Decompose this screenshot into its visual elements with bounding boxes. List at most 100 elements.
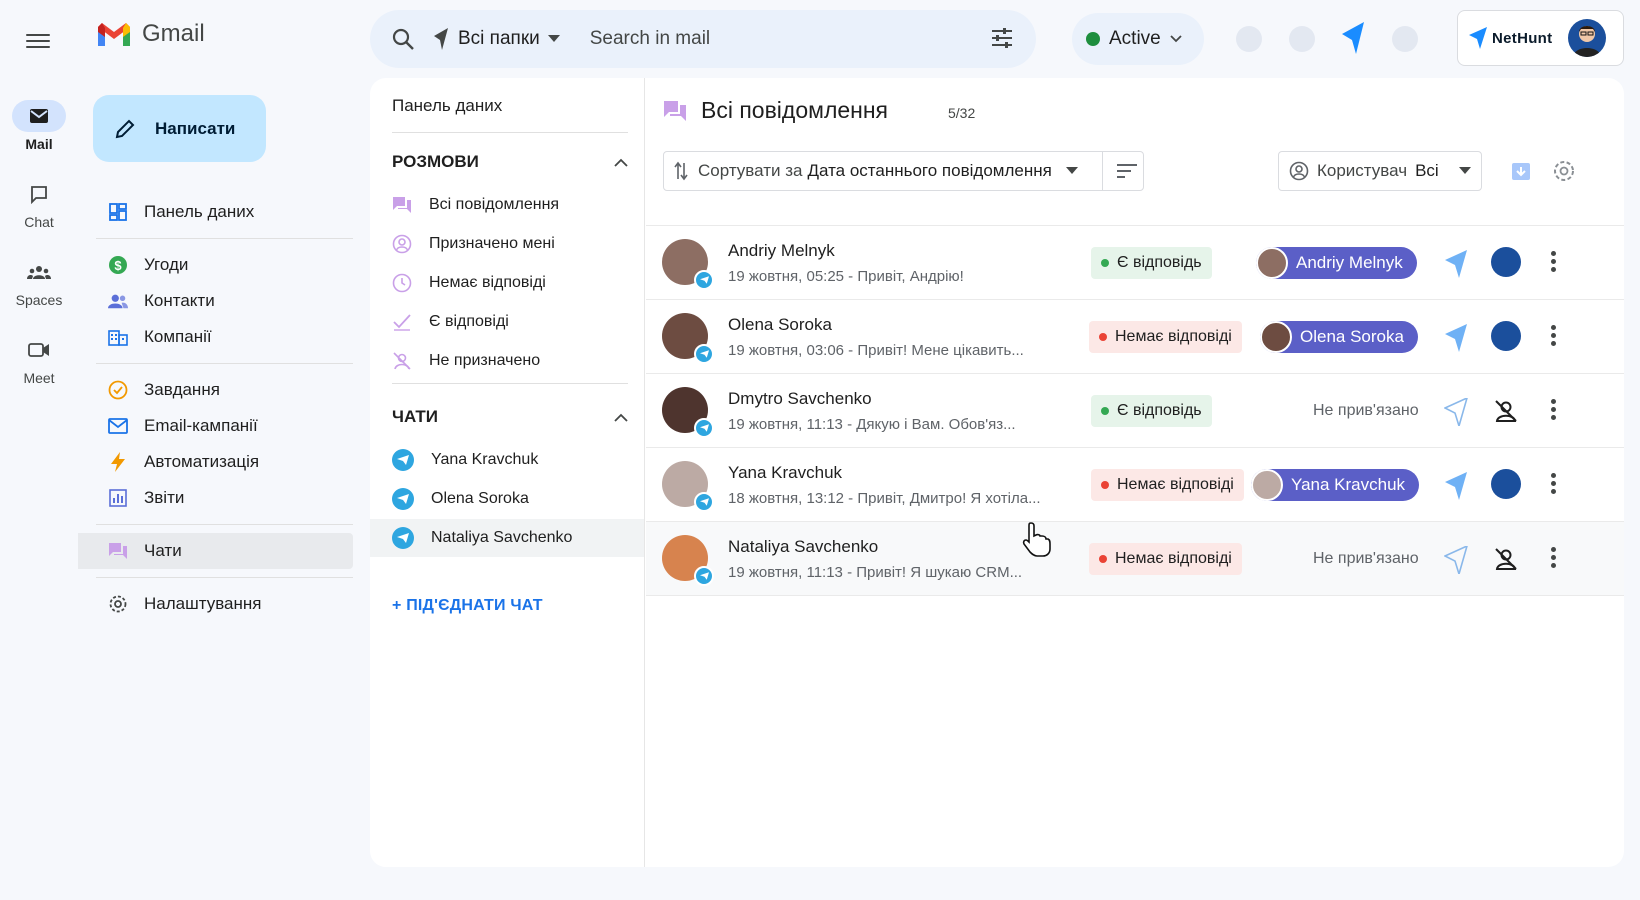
message-preview: 19 жовтня, 03:06 - Привіт! Мене цікавить…	[728, 342, 1024, 359]
filter-replied[interactable]: Є відповіді	[370, 303, 644, 341]
linked-contact-chip[interactable]: Andriy Melnyk	[1256, 247, 1417, 279]
contact-name[interactable]: Andriy Melnyk	[728, 241, 835, 261]
table-row[interactable]: Yana Kravchuk 18 жовтня, 13:12 - Привіт,…	[646, 448, 1624, 522]
main-menu-icon[interactable]	[26, 30, 50, 54]
nethunt-icon[interactable]	[1444, 472, 1468, 500]
table-row[interactable]: Olena Soroka 19 жовтня, 03:06 - Привіт! …	[646, 300, 1624, 374]
user-filter-prefix: Користувач	[1317, 161, 1408, 180]
more-options-icon[interactable]	[1551, 325, 1557, 349]
nav-item-companies[interactable]: Компанії	[78, 319, 353, 355]
nav-item-contacts[interactable]: Контакти	[78, 283, 353, 319]
tune-icon[interactable]	[990, 27, 1014, 49]
more-options-icon[interactable]	[1551, 399, 1557, 423]
contact-name[interactable]: Yana Kravchuk	[728, 463, 842, 483]
archive-icon[interactable]	[1508, 158, 1534, 184]
status-label: Active	[1109, 28, 1161, 49]
chat-item[interactable]: Olena Soroka	[370, 480, 644, 518]
nav-label: Контакти	[144, 291, 215, 310]
apps-icon[interactable]	[1392, 26, 1418, 52]
chat-bubbles-icon	[664, 100, 686, 121]
sort-order-icon[interactable]	[1116, 162, 1138, 180]
avatar[interactable]	[1568, 19, 1607, 57]
nav-item-email-campaigns[interactable]: Email-кампанії	[78, 408, 353, 444]
rail-item-mail[interactable]: Mail	[0, 100, 78, 152]
telegram-icon	[694, 418, 714, 438]
nethunt-outline-icon[interactable]	[1444, 398, 1468, 426]
nav-label: Автоматизація	[144, 452, 260, 471]
filter-unassigned[interactable]: Не призначено	[370, 342, 644, 380]
email-campaigns-icon	[108, 416, 128, 436]
nav-item-chats[interactable]: Чати	[78, 533, 353, 569]
user-filter-dropdown[interactable]: Користувач Всі	[1278, 151, 1482, 191]
chats-header[interactable]: ЧАТИ	[392, 407, 628, 427]
nav-label: Налаштування	[144, 594, 262, 613]
person-off-icon[interactable]	[1493, 546, 1519, 572]
nethunt-icon[interactable]	[1444, 324, 1468, 352]
compose-button[interactable]: Написати	[93, 95, 266, 162]
page-title-text: Всі повідомлення	[701, 97, 889, 123]
person-off-icon	[393, 352, 411, 370]
nethunt-outline-icon[interactable]	[1444, 546, 1468, 574]
more-options-icon[interactable]	[1551, 473, 1557, 497]
nav-item-settings[interactable]: Налаштування	[78, 586, 353, 622]
svg-text:$: $	[114, 258, 122, 273]
folder-selector[interactable]: Всі папки	[432, 28, 560, 50]
linked-contact-name: Andriy Melnyk	[1296, 253, 1403, 272]
settings-top-icon[interactable]	[1289, 26, 1315, 52]
nav-item-tasks[interactable]: Завдання	[78, 372, 353, 408]
conversations-header[interactable]: РОЗМОВИ	[392, 152, 628, 172]
nethunt-icon[interactable]	[1444, 250, 1468, 278]
status-label: Немає відповіді	[1117, 476, 1234, 493]
filter-assigned-to-me[interactable]: Призначено мені	[370, 225, 644, 263]
linked-contact-chip[interactable]: Olena Soroka	[1260, 321, 1418, 353]
contact-name[interactable]: Nataliya Savchenko	[728, 537, 878, 557]
nav-item-dashboard[interactable]: Панель даних	[78, 194, 353, 230]
search-input[interactable]	[589, 28, 950, 50]
unlinked-label: Не прив'язано	[1313, 550, 1419, 567]
help-icon[interactable]	[1236, 26, 1262, 52]
list-settings-icon[interactable]	[1551, 158, 1577, 184]
page-title: Всі повідомлення	[663, 97, 888, 124]
contact-name[interactable]: Dmytro Savchenko	[728, 389, 872, 409]
more-options-icon[interactable]	[1551, 547, 1557, 571]
nethunt-icon[interactable]	[1340, 22, 1366, 54]
nethunt-logo-icon	[1469, 27, 1487, 49]
status-dot	[1101, 259, 1109, 267]
caret-down-icon	[547, 35, 560, 42]
avatar[interactable]	[1491, 469, 1521, 499]
sort-dropdown[interactable]: Сортувати за Дата останнього повідомленн…	[663, 151, 1144, 191]
rail-label-mail: Mail	[25, 136, 53, 152]
nav-item-deals[interactable]: $ Угоди	[78, 247, 353, 283]
chevron-up-icon	[614, 413, 628, 422]
connect-chat-button[interactable]: + ПІД'ЄДНАТИ ЧАТ	[392, 597, 543, 615]
avatar	[1251, 469, 1283, 501]
more-options-icon[interactable]	[1551, 251, 1557, 275]
contact-name[interactable]: Olena Soroka	[728, 315, 832, 335]
table-row[interactable]: Dmytro Savchenko 19 жовтня, 11:13 - Дяку…	[646, 374, 1624, 448]
panel-dashboard-link[interactable]: Панель даних	[392, 96, 502, 116]
avatar[interactable]	[1491, 247, 1521, 277]
chat-item[interactable]: Yana Kravchuk	[370, 441, 644, 479]
status-badge: Є відповідь	[1091, 247, 1212, 279]
rail-item-spaces[interactable]: Spaces	[0, 256, 78, 308]
table-row[interactable]: Andriy Melnyk 19 жовтня, 05:25 - Привіт,…	[646, 226, 1624, 300]
gmail-logo[interactable]: Gmail	[96, 20, 205, 48]
rail-item-chat[interactable]: Chat	[0, 178, 78, 230]
telegram-icon	[694, 344, 714, 364]
filter-no-reply[interactable]: Немає відповіді	[370, 264, 644, 302]
filter-label: Призначено мені	[429, 235, 555, 252]
nav-label: Завдання	[144, 380, 220, 399]
nethunt-account[interactable]: NetHunt	[1457, 10, 1624, 66]
rail-item-meet[interactable]: Meet	[0, 334, 78, 386]
nav-item-reports[interactable]: Звіти	[78, 480, 353, 516]
spaces-icon	[27, 266, 51, 279]
avatar[interactable]	[1491, 321, 1521, 351]
nav-item-automation[interactable]: Автоматизація	[78, 444, 353, 480]
filter-all-messages[interactable]: Всі повідомлення	[370, 186, 644, 224]
linked-contact-chip[interactable]: Yana Kravchuk	[1251, 469, 1420, 501]
table-row[interactable]: Nataliya Savchenko 19 жовтня, 11:13 - Пр…	[646, 522, 1624, 596]
search-icon[interactable]	[392, 28, 414, 50]
person-off-icon[interactable]	[1493, 398, 1519, 424]
status-selector[interactable]: Active	[1072, 13, 1204, 65]
chat-item[interactable]: Nataliya Savchenko	[370, 519, 644, 557]
